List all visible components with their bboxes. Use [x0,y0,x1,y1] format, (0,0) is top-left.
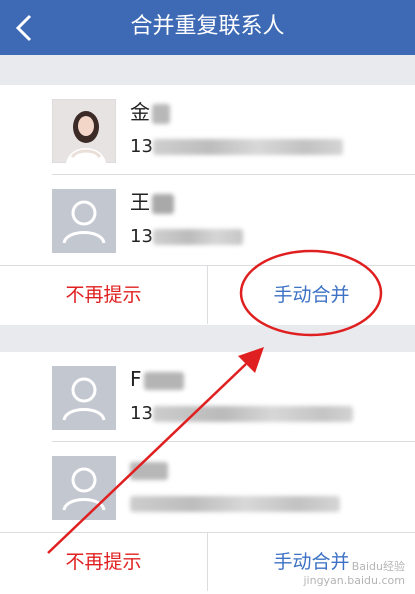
contact-row[interactable]: 王 13 [0,175,415,265]
contact-row[interactable]: F 13 [0,352,415,442]
contact-row[interactable] [0,442,415,532]
contact-phone: 13 [130,134,343,160]
manual-merge-button[interactable]: 手动合并 [208,266,415,324]
avatar [52,189,116,253]
contact-name: F [130,365,184,393]
default-person-icon [62,200,106,244]
page-title: 合并重复联系人 [130,14,285,39]
contact-name [130,455,168,483]
contact-phone: 13 [130,401,353,427]
group-actions: 不再提示 手动合并 [0,265,415,324]
contact-name: 王 [130,188,174,216]
dismiss-button[interactable]: 不再提示 [0,266,207,324]
duplicate-group-2: F 13 不再提示 手动合并 [0,352,415,594]
duplicate-group-1: 金 13 王 13 不再提示 手动合并 [0,85,415,325]
app-header: 合并重复联系人 [0,0,415,55]
contact-phone [130,491,340,517]
contact-name: 金 [130,98,170,126]
avatar [51,98,117,164]
contact-phone: 13 [130,224,243,250]
contact-row[interactable]: 金 13 [0,85,415,175]
watermark-line-1: Baidu经验 [351,560,405,573]
default-person-icon [62,377,106,421]
contact-photo [51,98,117,164]
avatar [52,366,116,430]
avatar [52,456,116,520]
default-person-icon [62,467,106,511]
watermark: Baidu经验 jingyan.baidu.com [303,560,405,588]
dismiss-button[interactable]: 不再提示 [0,533,207,591]
watermark-line-2: jingyan.baidu.com [303,574,405,587]
